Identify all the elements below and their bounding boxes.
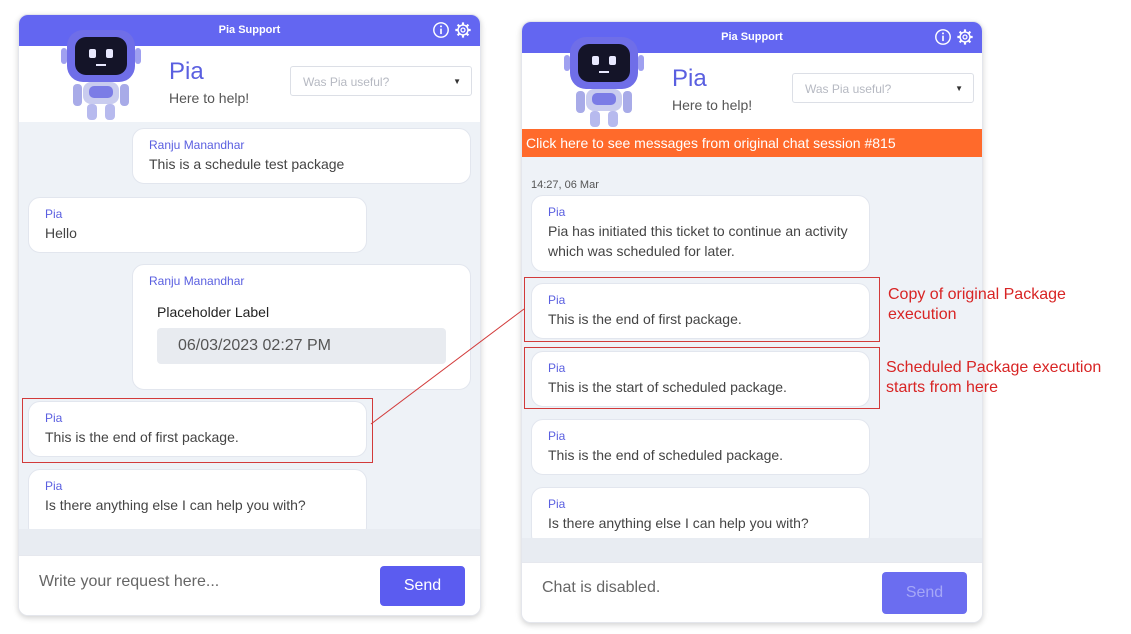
feedback-placeholder: Was Pia useful? bbox=[805, 82, 892, 96]
composer: Chat is disabled. Send bbox=[522, 562, 982, 622]
highlight-box bbox=[524, 277, 880, 342]
message-timestamp: 14:27, 06 Mar bbox=[531, 179, 599, 191]
chat-area[interactable]: Ranju Manandhar This is a schedule test … bbox=[19, 122, 480, 529]
message-bubble: Pia Pia has initiated this ticket to con… bbox=[531, 195, 870, 272]
left-chat-widget: Pia Support Pia Here to help! Was Pia us… bbox=[18, 14, 481, 616]
chat-header: Pia Here to help! Was Pia useful? ▼ bbox=[522, 37, 982, 130]
message-bubble: Pia Is there anything else I can help yo… bbox=[531, 487, 870, 538]
chevron-down-icon: ▼ bbox=[955, 84, 963, 93]
message-bubble: Pia Hello bbox=[28, 197, 367, 253]
gear-icon[interactable] bbox=[454, 21, 472, 39]
send-button[interactable]: Send bbox=[380, 566, 465, 606]
message-text: Is there anything else I can help you wi… bbox=[548, 515, 809, 531]
widget-title: Pia Support bbox=[218, 24, 281, 36]
message-text: Hello bbox=[45, 225, 77, 241]
info-icon[interactable] bbox=[934, 28, 952, 46]
chat-spacer bbox=[19, 529, 480, 555]
info-icon[interactable] bbox=[432, 21, 450, 39]
message-sender: Pia bbox=[548, 205, 566, 219]
datetime-field[interactable]: 06/03/2023 02:27 PM bbox=[157, 328, 446, 364]
robot-avatar bbox=[564, 37, 644, 127]
message-bubble: Pia Is there anything else I can help yo… bbox=[28, 469, 367, 529]
message-sender: Pia bbox=[548, 497, 566, 511]
message-sender: Ranju Manandhar bbox=[149, 274, 245, 288]
annotation-copy: Copy of original Package execution bbox=[888, 286, 1066, 323]
message-text: Is there anything else I can help you wi… bbox=[45, 497, 306, 513]
highlight-box bbox=[524, 347, 880, 409]
message-bubble: Pia This is the end of scheduled package… bbox=[531, 419, 870, 475]
message-text: This is a schedule test package bbox=[149, 156, 345, 172]
message-bubble: Ranju Manandhar Placeholder Label 06/03/… bbox=[132, 264, 471, 390]
message-sender: Pia bbox=[45, 207, 63, 221]
message-text: This is the end of scheduled package. bbox=[548, 447, 784, 463]
gear-icon[interactable] bbox=[956, 28, 974, 46]
message-text: Pia has initiated this ticket to continu… bbox=[548, 223, 848, 259]
message-sender: Ranju Manandhar bbox=[149, 138, 245, 152]
bot-subtitle: Here to help! bbox=[672, 97, 753, 113]
robot-avatar bbox=[61, 30, 141, 120]
send-button: Send bbox=[882, 572, 967, 614]
annotation-scheduled: Scheduled Package execution starts from … bbox=[886, 359, 1102, 396]
feedback-placeholder: Was Pia useful? bbox=[303, 75, 390, 89]
chat-header: Pia Here to help! Was Pia useful? ▼ bbox=[19, 30, 480, 123]
bot-name: Pia bbox=[169, 58, 204, 85]
feedback-select[interactable]: Was Pia useful? ▼ bbox=[792, 73, 974, 103]
composer: Write your request here... Send bbox=[19, 555, 480, 615]
form-field-label: Placeholder Label bbox=[157, 304, 270, 320]
feedback-select[interactable]: Was Pia useful? ▼ bbox=[290, 66, 472, 96]
message-sender: Pia bbox=[548, 429, 566, 443]
chat-spacer bbox=[522, 538, 982, 562]
bot-subtitle: Here to help! bbox=[169, 90, 250, 106]
original-session-link[interactable]: Click here to see messages from original… bbox=[522, 129, 982, 157]
bot-name: Pia bbox=[672, 65, 707, 92]
chevron-down-icon: ▼ bbox=[453, 77, 461, 86]
highlight-box bbox=[22, 398, 373, 463]
message-input: Chat is disabled. bbox=[542, 579, 661, 596]
message-input[interactable]: Write your request here... bbox=[39, 573, 219, 591]
widget-title: Pia Support bbox=[721, 31, 783, 43]
message-sender: Pia bbox=[45, 479, 63, 493]
message-bubble: Ranju Manandhar This is a schedule test … bbox=[132, 128, 471, 184]
